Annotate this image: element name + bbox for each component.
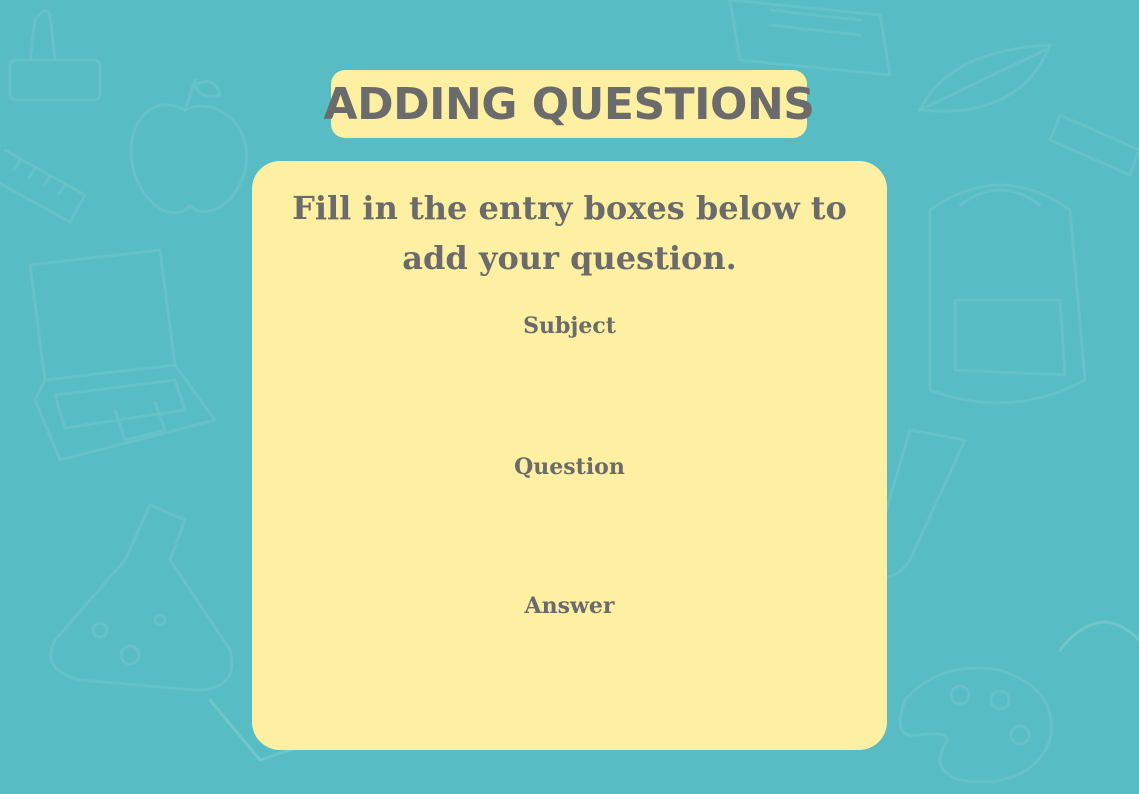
question-input[interactable] xyxy=(402,496,741,538)
title-banner: ADDING QUESTIONS xyxy=(324,70,815,138)
answer-label: Answer xyxy=(524,593,615,619)
subject-label: Subject xyxy=(523,313,616,339)
subject-input[interactable] xyxy=(402,356,741,398)
question-label: Question xyxy=(514,454,625,480)
instructions-text: Fill in the entry boxes below to add you… xyxy=(292,189,847,277)
page-title: ADDING QUESTIONS xyxy=(323,78,815,130)
apple-icon xyxy=(129,78,248,215)
stamp-icon xyxy=(8,9,102,102)
backpack-icon xyxy=(928,183,1087,405)
answer-input[interactable] xyxy=(402,636,741,678)
book-icon xyxy=(728,0,892,77)
palette-icon xyxy=(898,666,1053,784)
question-form-card: Fill in the entry boxes below to add you… xyxy=(252,161,887,750)
ruler-icon xyxy=(0,148,87,224)
leaf-icon xyxy=(1058,620,1139,652)
laptop-icon xyxy=(28,248,217,462)
flask-icon xyxy=(49,503,234,692)
ruler-icon xyxy=(1048,113,1139,177)
leaf-icon xyxy=(918,43,1052,113)
